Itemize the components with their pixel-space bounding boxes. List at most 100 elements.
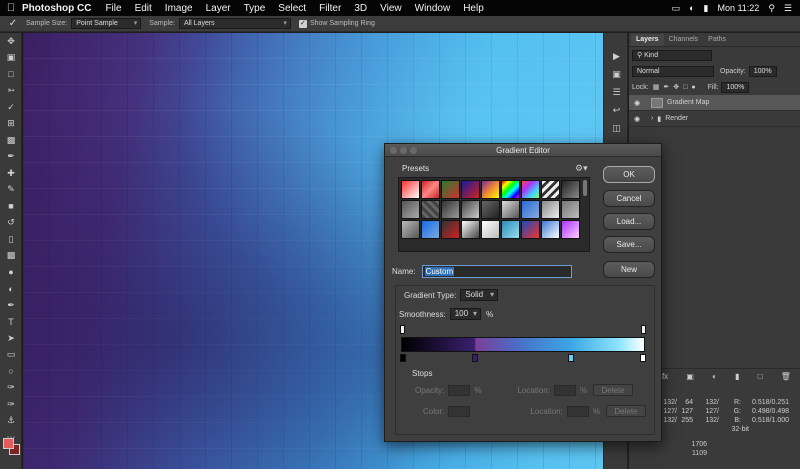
blend-mode-select[interactable]: Normal [632,65,714,77]
new-layer-icon[interactable]: □ [758,372,763,381]
delete-opacity-stop-button[interactable]: Delete [593,384,634,396]
menu-edit[interactable]: Edit [135,3,152,14]
menu-help[interactable]: Help [463,3,484,14]
menu-layer[interactable]: Layer [206,3,231,14]
preset-swatch[interactable] [441,220,460,239]
delete-color-stop-button[interactable]: Delete [605,405,646,417]
rectangle-tool-icon[interactable]: ▭ [0,347,22,364]
stop-opacity-input[interactable] [448,384,471,396]
artboard-tool-icon[interactable]: ▣ [0,50,22,67]
color-stop-black[interactable] [400,354,406,362]
sample-size-select[interactable]: Point Sample [71,18,142,29]
healing-tool-icon[interactable]: ✚ [0,165,22,182]
clock[interactable]: Mon 11:22 [717,3,759,13]
eyedropper-tool-icon[interactable]: ✒ [0,149,22,166]
preset-swatch[interactable] [441,200,460,219]
fill-input[interactable]: 100% [721,81,750,93]
gradient-tool-icon[interactable]: ▩ [0,248,22,265]
tab-paths[interactable]: Paths [703,34,731,46]
move-tool-icon[interactable]: ✥ [0,33,22,50]
save-button[interactable]: Save... [603,236,655,253]
stop-opacity-location-input[interactable] [553,384,576,396]
visibility-eye-icon[interactable]: ◉ [629,99,645,107]
ellipse-tool-icon[interactable]: ○ [0,363,22,380]
ok-button[interactable]: OK [603,166,655,183]
stop-color-location-input[interactable] [566,405,589,417]
chevron-right-icon[interactable]: › [651,115,653,122]
freeform-pen-tool-icon[interactable]: ✑ [0,396,22,413]
libraries-icon[interactable]: ◫ [604,119,629,137]
show-ring-checkbox[interactable]: ✓ [298,19,307,28]
load-button[interactable]: Load... [603,213,655,230]
brush-tool-icon[interactable]: ✎ [0,182,22,199]
lock-all-icon[interactable]: ● [691,84,695,91]
properties-icon[interactable]: ☰ [604,83,629,101]
lock-paint-icon[interactable]: ✒ [663,83,669,91]
blur-tool-icon[interactable]: ● [0,264,22,281]
layer-row-gradient-map[interactable]: ◉ Gradient Map [629,95,800,111]
preset-swatch[interactable] [401,180,420,199]
preset-swatch[interactable] [441,180,460,199]
preset-swatch[interactable] [521,220,540,239]
pen-tool-icon[interactable]: ✒ [0,297,22,314]
preset-swatch[interactable] [481,180,500,199]
type-tool-icon[interactable]: T [0,314,22,331]
preset-swatch[interactable] [421,180,440,199]
path-select-tool-icon[interactable]: ➤ [0,330,22,347]
cancel-button[interactable]: Cancel [603,190,655,207]
kind-filter-select[interactable]: ⚲ Kind [632,49,712,61]
preset-swatch[interactable] [461,200,480,219]
lasso-tool-icon[interactable]: ➳ [0,83,22,100]
preset-swatch[interactable] [521,180,540,199]
preset-swatch[interactable] [421,220,440,239]
new-button[interactable]: New [603,261,655,278]
smoothness-input[interactable]: 100 [449,308,482,320]
zoom-window-button[interactable] [410,147,417,154]
layer-row-render[interactable]: ◉ › ▮ Render [629,111,800,127]
eyedropper-icon[interactable]: ✓ [0,18,26,29]
menu-image[interactable]: Image [165,3,193,14]
menu-type[interactable]: Type [244,3,266,14]
history-icon[interactable]: ↩ [604,101,629,119]
preset-swatch[interactable] [481,220,500,239]
mask-icon[interactable]: ▣ [686,372,694,381]
crop-tool-icon[interactable]: ⊞ [0,116,22,133]
lock-artboard-icon[interactable]: □ [683,84,687,91]
preset-swatch[interactable] [541,180,560,199]
stop-color-swatch[interactable] [448,405,471,417]
preset-swatch[interactable] [521,200,540,219]
color-stop-purple[interactable] [472,354,478,362]
battery-icon[interactable]: ▮ [704,3,709,14]
close-window-button[interactable] [390,147,397,154]
menu-3d[interactable]: 3D [354,3,367,14]
color-stop-white[interactable] [640,354,646,362]
color-stop-cyan[interactable] [568,354,574,362]
opacity-stop-left[interactable] [400,325,405,334]
apple-icon[interactable]:  [0,2,22,14]
name-input[interactable]: Custom [421,265,572,278]
gradient-type-select[interactable]: Solid [460,289,499,301]
preset-swatch[interactable] [561,200,580,219]
marquee-tool-icon[interactable]: □ [0,66,22,83]
menu-list-icon[interactable]: ☰ [784,3,792,14]
presets-scrollbar[interactable] [583,180,587,196]
menu-file[interactable]: File [105,3,121,14]
opacity-stop-right[interactable] [641,325,646,334]
preset-swatch[interactable] [501,180,520,199]
adjustments-icon[interactable]: ▣ [604,65,629,83]
preset-swatch[interactable] [461,180,480,199]
lock-move-icon[interactable]: ✥ [673,83,679,91]
tab-channels[interactable]: Channels [664,34,704,46]
dialog-titlebar[interactable]: Gradient Editor [385,144,661,157]
visibility-eye-icon[interactable]: ◉ [629,115,645,123]
opacity-input[interactable]: 100% [748,65,777,77]
group-folder-icon[interactable]: ▮ [735,372,739,381]
preset-swatch[interactable] [401,220,420,239]
sample-select[interactable]: All Layers [178,18,291,29]
menu-select[interactable]: Select [278,3,306,14]
preset-swatch[interactable] [561,220,580,239]
preset-swatch[interactable] [561,180,580,199]
menu-window[interactable]: Window [415,3,451,14]
quick-select-tool-icon[interactable]: ✓ [0,99,22,116]
anchor-tool-icon[interactable]: ⚓ [0,413,22,430]
